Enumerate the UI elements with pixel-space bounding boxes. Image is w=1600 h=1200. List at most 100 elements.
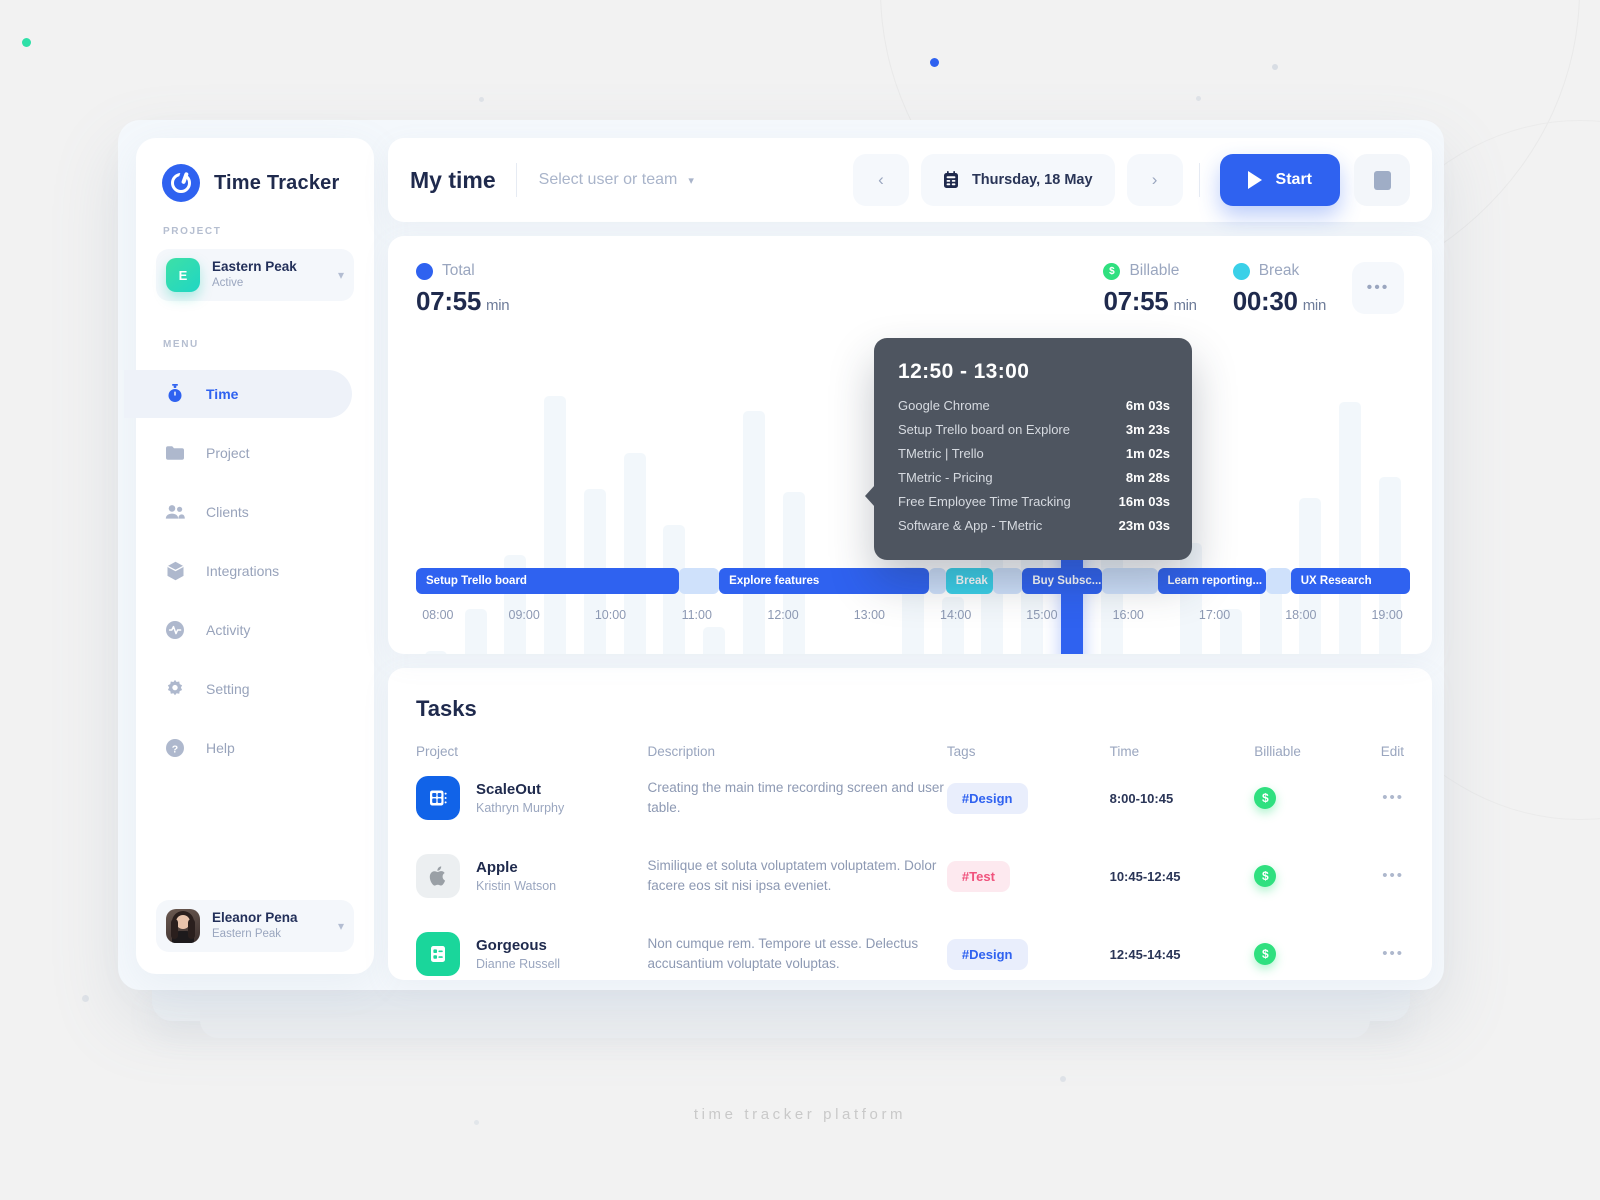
stat-total-unit: min — [486, 297, 510, 314]
timeline-segment[interactable]: Setup Trello board — [416, 568, 680, 594]
stop-icon — [1373, 170, 1391, 190]
app-logo-icon — [162, 164, 200, 202]
tooltip-item-name: Software & App - TMetric — [898, 518, 1043, 533]
sidebar-item-label: Clients — [206, 504, 249, 520]
start-button-label: Start — [1275, 171, 1312, 188]
sidebar-item-project[interactable]: Project — [136, 429, 374, 477]
tooltip-item-name: Free Employee Time Tracking — [898, 494, 1071, 509]
task-person-name: Kristin Watson — [476, 879, 557, 893]
timeline-gap — [928, 568, 946, 594]
timeline-segment-label: Break — [955, 575, 988, 587]
tasks-column-header: Tags — [946, 744, 976, 759]
timer-icon — [416, 262, 433, 280]
tasks-column-header: Project — [416, 744, 459, 759]
task-tag[interactable]: #Test — [946, 860, 1010, 892]
background-dot — [1272, 64, 1278, 70]
timeline-gap — [1265, 568, 1291, 594]
activity-bar[interactable] — [703, 627, 726, 654]
page-root: time tracker platform Time Tracker PROJE… — [0, 0, 1600, 1200]
sidebar-item-setting[interactable]: Setting — [136, 665, 374, 713]
stats-row: Total 07:55 min $ Billable 07:55 min Bre… — [416, 262, 1404, 317]
task-tag[interactable]: #Design — [946, 782, 1028, 814]
tooltip-row: TMetric - Pricing 8m 28s — [898, 470, 1170, 485]
activity-bar[interactable] — [981, 546, 1004, 654]
tooltip-item-duration: 3m 23s — [1125, 422, 1170, 437]
hour-tick-label: 08:00 — [422, 608, 454, 622]
timeline-segment[interactable]: UX Research — [1290, 568, 1410, 594]
timeline-track: Setup Trello board Explore features Break B… — [416, 568, 1410, 594]
timeline-segment-label: Explore features — [729, 575, 820, 587]
billable-icon[interactable]: $ — [1254, 943, 1277, 965]
project-status: Active — [212, 277, 244, 290]
timeline-segment-label: UX Research — [1300, 575, 1372, 587]
next-day-button[interactable]: › — [1126, 154, 1183, 206]
billable-icon[interactable]: $ — [1254, 865, 1277, 887]
task-edit-button[interactable]: ••• — [1382, 867, 1404, 884]
brand-name: Time Tracker — [214, 171, 340, 194]
task-edit-button[interactable]: ••• — [1382, 789, 1404, 806]
timeline-segment-label: Learn reporting... — [1167, 575, 1263, 587]
task-description: Non cumque rem. Tempore ut esse. Delectu… — [647, 936, 919, 971]
stat-total-label: Total — [442, 262, 475, 279]
svg-text:?: ? — [172, 743, 178, 755]
sidebar-item-clients[interactable]: Clients — [136, 488, 374, 536]
timeline-segment[interactable]: Buy Subsc... — [1022, 568, 1102, 594]
task-tag[interactable]: #Design — [946, 938, 1028, 970]
divider — [1198, 163, 1200, 197]
page-title: My time — [410, 166, 496, 193]
sidebar-section-menu: MENU — [163, 339, 199, 350]
task-edit-button[interactable]: ••• — [1382, 945, 1404, 962]
start-timer-button[interactable]: Start — [1219, 154, 1340, 206]
hour-tick-label: 12:00 — [767, 608, 799, 622]
prev-day-button[interactable]: ‹ — [852, 154, 909, 206]
user-team-select[interactable]: Select user or team ▾ — [539, 171, 694, 189]
topbar: My time Select user or team ▾ ‹ Thursday… — [388, 138, 1432, 222]
table-row[interactable]: ScaleOut Kathryn Murphy Creating the mai… — [416, 759, 1404, 837]
timeline-segment[interactable]: Break — [945, 568, 993, 594]
activity-bar[interactable] — [424, 651, 447, 654]
project-badge: E — [166, 258, 200, 292]
tooltip-title: 12:50 - 13:00 — [898, 360, 1030, 383]
play-icon — [1247, 171, 1262, 189]
window-shadow-layer-2 — [200, 1010, 1370, 1038]
task-description: Similique et soluta voluptatem voluptate… — [647, 858, 937, 893]
avatar — [166, 909, 200, 943]
sidebar-item-label: Project — [206, 445, 250, 461]
timeline-segment[interactable]: Learn reporting... — [1157, 568, 1266, 594]
chart-more-button[interactable]: ••• — [1352, 262, 1404, 314]
activity-bar[interactable] — [1180, 543, 1203, 654]
gear-icon — [164, 678, 186, 700]
sidebar-item-label: Integrations — [206, 563, 280, 579]
hour-axis: 08:00 09:00 10:00 11:00 12:00 13:00 14:00 15:00… — [416, 608, 1410, 628]
table-row[interactable]: Apple Kristin Watson Similique et soluta… — [416, 837, 1404, 915]
date-picker-button[interactable]: Thursday, 18 May — [920, 154, 1115, 206]
ellipsis-icon: ••• — [1366, 279, 1390, 296]
stat-break: Break 00:30 min — [1232, 262, 1326, 317]
project-selector[interactable]: E Eastern Peak Active ▾ — [156, 249, 354, 301]
chevron-down-icon: ▾ — [688, 174, 694, 187]
tooltip-item-duration: 6m 03s — [1125, 398, 1170, 413]
tooltip-item-duration: 23m 03s — [1118, 518, 1170, 533]
stat-total-value: 07:55 — [416, 286, 481, 316]
timer-icon — [164, 383, 186, 405]
task-project-name: ScaleOut — [476, 781, 542, 798]
sidebar-item-integrations[interactable]: Integrations — [136, 547, 374, 595]
timeline-segment-label: Buy Subsc... — [1032, 575, 1102, 587]
task-project-name: Gorgeous — [476, 937, 547, 954]
tasks-column-header: Time — [1109, 744, 1140, 759]
sidebar-item-help[interactable]: ? Help — [136, 724, 374, 772]
task-time-range: 12:45-14:45 — [1109, 946, 1181, 962]
table-row[interactable]: Gorgeous Dianne Russell Non cumque rem. … — [416, 915, 1404, 980]
sidebar-section-project: PROJECT — [163, 226, 222, 237]
tooltip-row: TMetric | Trello 1m 02s — [898, 446, 1170, 461]
user-profile-card[interactable]: Eleanor Pena Eastern Peak ▾ — [156, 900, 354, 952]
billable-icon[interactable]: $ — [1254, 787, 1277, 809]
stop-timer-button[interactable] — [1354, 154, 1410, 206]
tooltip-item-duration: 8m 28s — [1125, 470, 1170, 485]
box-icon — [164, 560, 186, 582]
timeline-segment[interactable]: Explore features — [719, 568, 929, 594]
sidebar-item-time[interactable]: Time — [124, 370, 352, 418]
people-icon — [164, 501, 186, 523]
tooltip-row: Google Chrome 6m 03s — [898, 398, 1170, 413]
sidebar-item-activity[interactable]: Activity — [136, 606, 374, 654]
